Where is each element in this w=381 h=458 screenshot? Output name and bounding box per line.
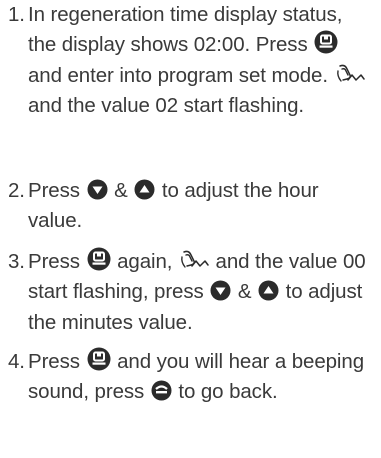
up-arrow-button-icon <box>134 179 155 200</box>
step-4: 4. Press and you will hear a beeping soun… <box>8 347 374 408</box>
step-3: 3. Press again, and the value 00 start fl… <box>8 247 374 338</box>
program-set-button-icon <box>87 247 111 271</box>
down-arrow-button-icon <box>87 179 108 200</box>
step-number: 3. <box>8 250 25 273</box>
step-text: & <box>108 179 134 202</box>
step-number: 2. <box>8 179 25 202</box>
step-4-body: 4. Press and you will hear a beeping soun… <box>8 347 374 408</box>
step-3-body: 3. Press again, and the value 00 start fl… <box>8 247 374 338</box>
step-text: & <box>232 280 258 304</box>
back-button-icon <box>151 380 172 401</box>
program-set-button-icon <box>87 347 111 371</box>
step-text: and enter into program set mode. <box>28 63 334 87</box>
flashing-indicator-icon <box>335 63 365 85</box>
flashing-indicator-icon <box>179 249 209 271</box>
step-text: to go back. <box>172 380 278 404</box>
step-number: 1. <box>8 3 25 26</box>
up-arrow-button-icon <box>258 280 279 301</box>
program-set-button-icon <box>314 30 338 54</box>
step-text: and the value 02 start flashing. <box>28 94 305 118</box>
step-text: Press <box>28 350 86 373</box>
instruction-list: 1. In regeneration time display status, t… <box>0 0 381 458</box>
step-text: again, <box>111 250 178 273</box>
down-arrow-button-icon <box>210 280 231 301</box>
step-text: In regeneration time display status, the… <box>28 3 343 57</box>
step-2-body: 2. Press & to adjust the hour value. <box>8 176 374 237</box>
step-number: 4. <box>8 350 25 373</box>
step-text: Press <box>28 250 86 273</box>
step-text: Press <box>28 179 86 202</box>
step-1-body: 1. In regeneration time display status, t… <box>8 0 374 122</box>
step-2: 2. Press & to adjust the hour value. <box>8 176 374 237</box>
step-1: 1. In regeneration time display status, t… <box>8 0 374 122</box>
